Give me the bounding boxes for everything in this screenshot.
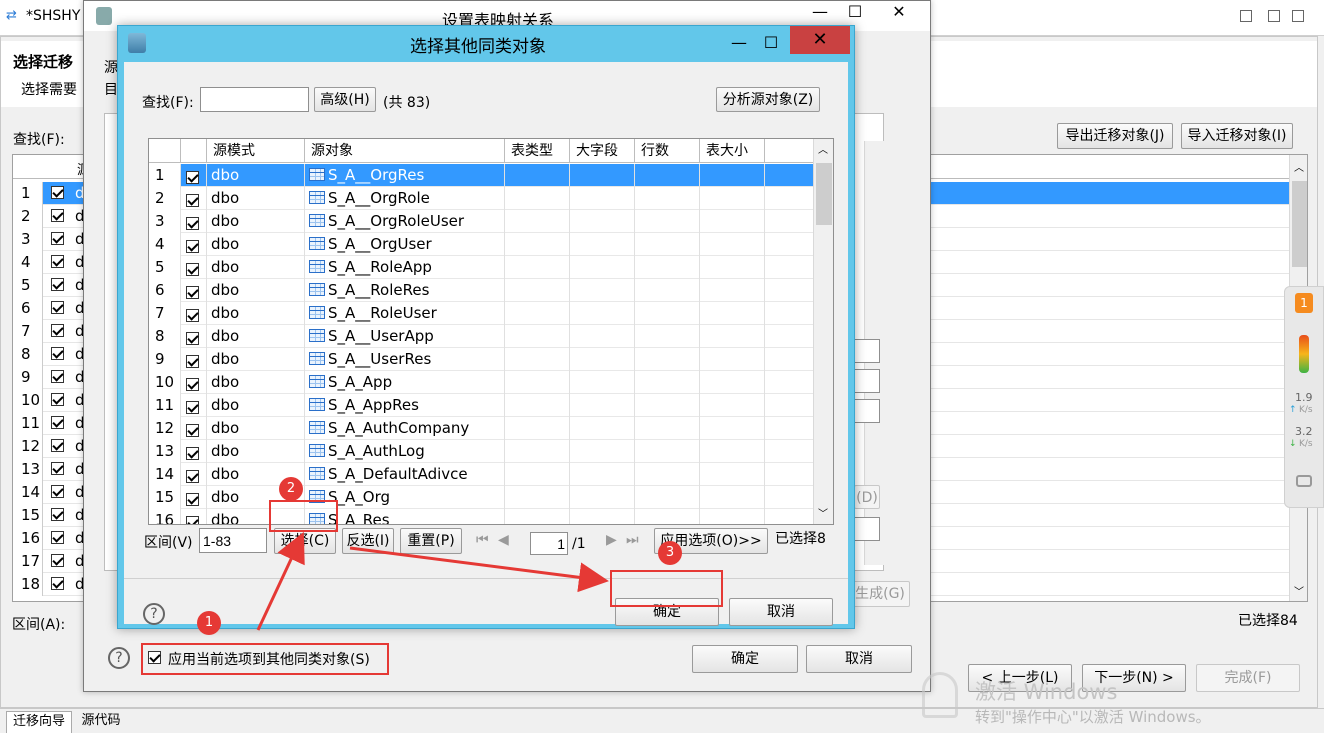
up-speed: 1.9 [1295,391,1313,404]
key-icon [922,672,958,718]
watermark-title: 激活 Windows [975,680,1118,704]
download-icon: ↓ [1289,439,1297,449]
down-speed: 3.2 [1295,425,1313,438]
watermark-subtitle: 转到"操作中心"以激活 Windows。 [975,708,1211,726]
level-bar [1299,335,1309,373]
arrow-2-to-3 [349,546,609,593]
shield-icon: 1 [1295,293,1313,313]
arrow-1-to-2 [256,531,305,631]
network-monitor-widget[interactable]: 1 1.9 ↑ K/s 3.2 ↓ K/s [1284,286,1324,508]
camera-icon[interactable] [1296,475,1312,487]
up-unit: K/s [1299,405,1313,415]
annotation-arrows [256,531,609,631]
down-unit: K/s [1299,439,1313,449]
upload-icon: ↑ [1289,405,1297,415]
